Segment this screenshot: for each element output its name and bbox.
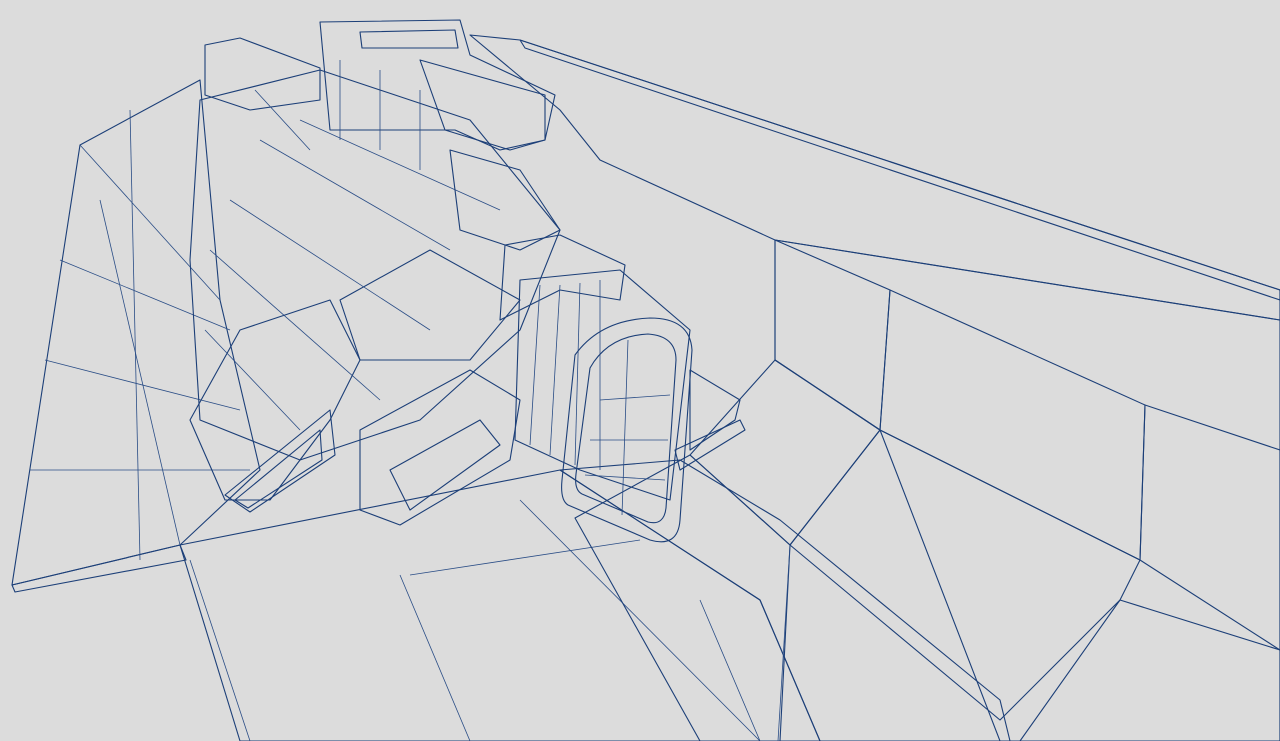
right-fin (469, 34, 1280, 321)
top-superstructure (204, 19, 561, 251)
lower-deck-plating (179, 459, 1011, 741)
main-hull (189, 69, 561, 526)
rear-strut (674, 369, 746, 471)
wireframe-render-svg (11, 19, 1280, 741)
barrel-cap (561, 317, 693, 543)
left-wing (11, 79, 261, 593)
render-viewport[interactable] (0, 0, 1280, 741)
right-wall (574, 239, 1280, 741)
engine-barrel (499, 234, 691, 501)
